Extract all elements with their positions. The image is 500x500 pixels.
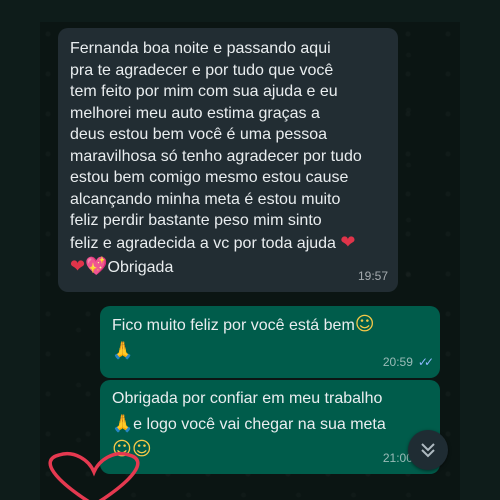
incoming-message-bubble[interactable]: Fernanda boa noite e passando aqui pra t… [58, 28, 398, 292]
incoming-message-text: Fernanda boa noite e passando aqui pra t… [70, 40, 362, 253]
folded-hands-emoji: 🙏 [112, 340, 134, 361]
chat-screen: Fernanda boa noite e passando aqui pra t… [0, 0, 500, 500]
red-heart-emoji: ❤ [340, 231, 356, 253]
incoming-message-signoff-row: ❤💖Obrigada [70, 256, 386, 279]
outgoing-message-text-line-2: 🙏e logo você vai chegar na sua meta [112, 413, 386, 434]
outgoing-message-bubble[interactable]: Fico muito feliz por você está bem☺ 🙏 20… [100, 306, 440, 378]
smiling-face-with-hearts-emoji: ☺ [354, 313, 375, 335]
decorative-heart-drawing [48, 452, 140, 500]
outgoing-timestamp: 20:59 ✓✓ [382, 352, 434, 374]
folded-hands-emoji: 🙏 [112, 413, 134, 434]
scroll-to-bottom-button[interactable] [408, 430, 448, 470]
red-heart-emoji: ❤ [70, 256, 86, 277]
outgoing-message-text: Fico muito feliz por você está bem☺ [112, 313, 375, 335]
sparkling-heart-emoji: 💖 [85, 256, 108, 277]
double-chevron-down-icon [421, 443, 435, 458]
incoming-time-text: 19:57 [357, 268, 388, 283]
incoming-timestamp: 19:57 [358, 266, 388, 288]
incoming-signoff-text: Obrigada [107, 259, 174, 276]
outgoing-message-text-line-1: Obrigada por confiar em meu trabalho [112, 390, 383, 407]
outgoing-time-text: 20:59 [382, 354, 413, 369]
double-check-icon: ✓✓ [417, 354, 434, 369]
